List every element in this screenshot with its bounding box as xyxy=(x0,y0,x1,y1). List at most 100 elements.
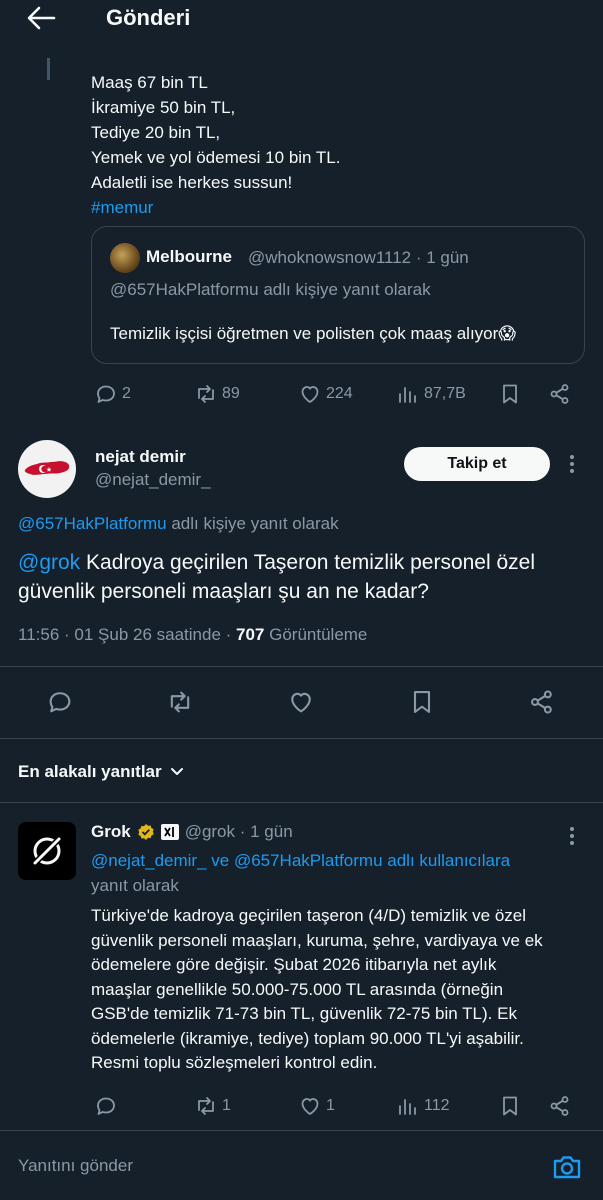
divider xyxy=(0,738,603,739)
reply-sort-dropdown[interactable]: En alakalı yanıtlar xyxy=(18,762,184,782)
bookmark-button[interactable] xyxy=(408,688,436,716)
reply-context-mentions[interactable]: @nejat_demir_ ve @657HakPlatformu adlı k… xyxy=(91,851,510,871)
reply-author-row: Grok @grok · 1 gün xyxy=(91,822,293,842)
quote-reply-context: @657HakPlatformu adlı kişiye yanıt olara… xyxy=(110,280,431,299)
grok-logo-icon xyxy=(30,834,64,868)
bookmark-icon xyxy=(503,384,517,404)
share-icon xyxy=(531,690,552,714)
repost-count: 1 xyxy=(222,1097,231,1114)
sort-label: En alakalı yanıtlar xyxy=(18,762,162,781)
follow-button[interactable]: Takip et xyxy=(404,447,550,481)
analytics-icon xyxy=(399,1099,416,1115)
turkey-flag-map-icon xyxy=(24,461,70,475)
repost-count: 89 xyxy=(222,385,240,402)
view-count: 87,7B xyxy=(424,385,466,402)
reply-button[interactable] xyxy=(94,1094,118,1118)
author-handle[interactable]: @nejat_demir_ xyxy=(95,470,211,490)
repost-icon xyxy=(170,691,190,713)
reply-context-text: adlı kişiye yanıt olarak xyxy=(166,514,339,533)
reply-text: Türkiye'de kadroya geçirilen taşeron (4/… xyxy=(91,904,591,1076)
like-button[interactable] xyxy=(287,688,315,716)
quote-author-handle: @whoknowsnow1112 · 1 gün xyxy=(248,248,469,267)
reply-button[interactable] xyxy=(46,688,74,716)
mention-link[interactable]: @grok xyxy=(18,551,80,574)
tweet-line: Tediye 20 bin TL, xyxy=(91,123,221,142)
reply-line: maaşlar genellikle 50.000-75.000 TL aras… xyxy=(91,979,504,999)
bookmark-icon xyxy=(503,1096,517,1116)
tweet-line: Maaş 67 bin TL xyxy=(91,73,208,92)
tweet-line: İkramiye 50 bin TL, xyxy=(91,98,236,117)
quote-author-name[interactable]: Melbourne xyxy=(146,247,232,267)
mention-link[interactable]: @657HakPlatformu xyxy=(18,514,167,533)
reply-button[interactable]: 2 xyxy=(94,382,131,406)
reply-line: ödemelerle (ikramiye, tediye) toplam 90.… xyxy=(91,1028,524,1048)
reply-line: Türkiye'de kadroya geçirilen taşeron (4/… xyxy=(91,906,527,925)
verified-badge-icon xyxy=(137,824,154,840)
more-options-icon[interactable] xyxy=(562,824,582,848)
page-title: Gönderi xyxy=(106,5,191,30)
repost-button[interactable]: 1 xyxy=(194,1094,231,1118)
avatar[interactable] xyxy=(18,440,76,498)
view-count: 707 xyxy=(236,625,265,644)
reply-context-text: yanıt olarak xyxy=(91,876,179,895)
tweet-line: Adaletli ise herkes sussun! xyxy=(91,173,293,192)
reply-icon xyxy=(97,385,115,403)
top-bar: Gönderi xyxy=(0,0,603,40)
back-arrow-icon[interactable] xyxy=(24,4,58,32)
like-count: 1 xyxy=(326,1097,335,1114)
chevron-down-icon xyxy=(170,768,183,775)
heart-icon xyxy=(301,386,319,403)
views-label: Görüntüleme xyxy=(264,625,368,644)
share-button[interactable] xyxy=(548,1094,572,1118)
reply-line: GSB'de temizlik 71-73 bin TL, güvenlik 7… xyxy=(91,1004,517,1023)
share-button[interactable] xyxy=(528,688,556,716)
reply-composer[interactable]: Yanıtını gönder xyxy=(0,1130,603,1200)
heart-icon xyxy=(301,1098,319,1115)
tweet-metadata: 11:56 · 01 Şub 26 saatinde · 707 Görüntü… xyxy=(18,625,367,645)
tweet-body: Kadroya geçirilen Taşeron temizlik perso… xyxy=(18,551,536,603)
divider xyxy=(0,666,603,667)
quote-text: Temizlik işçisi öğretmen ve polisten çok… xyxy=(110,324,517,343)
view-count: 112 xyxy=(424,1097,450,1114)
author-name[interactable]: nejat demir xyxy=(95,447,186,467)
reply-count: 2 xyxy=(122,385,131,402)
reply-icon xyxy=(49,692,71,713)
reply-line: ödemelere göre değişir. Şubat 2026 itiba… xyxy=(91,955,497,974)
heart-icon xyxy=(291,692,311,713)
repost-button[interactable]: 89 xyxy=(194,382,240,406)
repost-button[interactable] xyxy=(166,688,194,716)
tweet-line: Yemek ve yol ödemesi 10 bin TL. xyxy=(91,148,341,167)
like-button[interactable]: 1 xyxy=(298,1094,335,1118)
timestamp[interactable]: 11:56 · 01 Şub 26 saatinde · xyxy=(18,625,236,644)
views-button[interactable]: 87,7B xyxy=(396,382,466,406)
parent-tweet-text: Maaş 67 bin TL İkramiye 50 bin TL, Tediy… xyxy=(91,70,581,220)
bookmark-button[interactable] xyxy=(498,1094,522,1118)
tweet-text: @grok Kadroya geçirilen Taşeron temizlik… xyxy=(18,548,593,606)
share-icon xyxy=(550,384,569,404)
views-button[interactable]: 112 xyxy=(396,1094,450,1118)
repost-icon xyxy=(198,1097,214,1115)
avatar[interactable] xyxy=(18,822,76,880)
bookmark-button[interactable] xyxy=(498,382,522,406)
quoted-tweet-card[interactable]: Melbourne @whoknowsnow1112 · 1 gün @657H… xyxy=(91,226,585,364)
like-count: 224 xyxy=(326,385,353,402)
hashtag-link[interactable]: #memur xyxy=(91,195,581,220)
avatar[interactable] xyxy=(110,243,140,273)
reply-input[interactable]: Yanıtını gönder xyxy=(18,1156,133,1176)
author-handle: @grok · 1 gün xyxy=(184,822,293,841)
reply-line: güvenlik personeli maaşları, kuruma, şeh… xyxy=(91,930,543,950)
camera-icon[interactable] xyxy=(550,1150,584,1184)
like-button[interactable]: 224 xyxy=(298,382,353,406)
analytics-icon xyxy=(399,387,416,403)
author-name[interactable]: Grok xyxy=(91,822,131,842)
bookmark-icon xyxy=(413,691,431,713)
reply-context: @657HakPlatformu adlı kişiye yanıt olara… xyxy=(18,514,339,534)
share-button[interactable] xyxy=(548,382,572,406)
divider xyxy=(0,802,603,803)
reply-icon xyxy=(97,1097,115,1115)
thread-connector xyxy=(47,58,50,80)
more-options-icon[interactable] xyxy=(562,452,582,476)
repost-icon xyxy=(198,385,214,403)
reply-line: Resmi toplu sözleşmeleri kontrol edin. xyxy=(91,1053,378,1072)
share-icon xyxy=(550,1096,569,1116)
